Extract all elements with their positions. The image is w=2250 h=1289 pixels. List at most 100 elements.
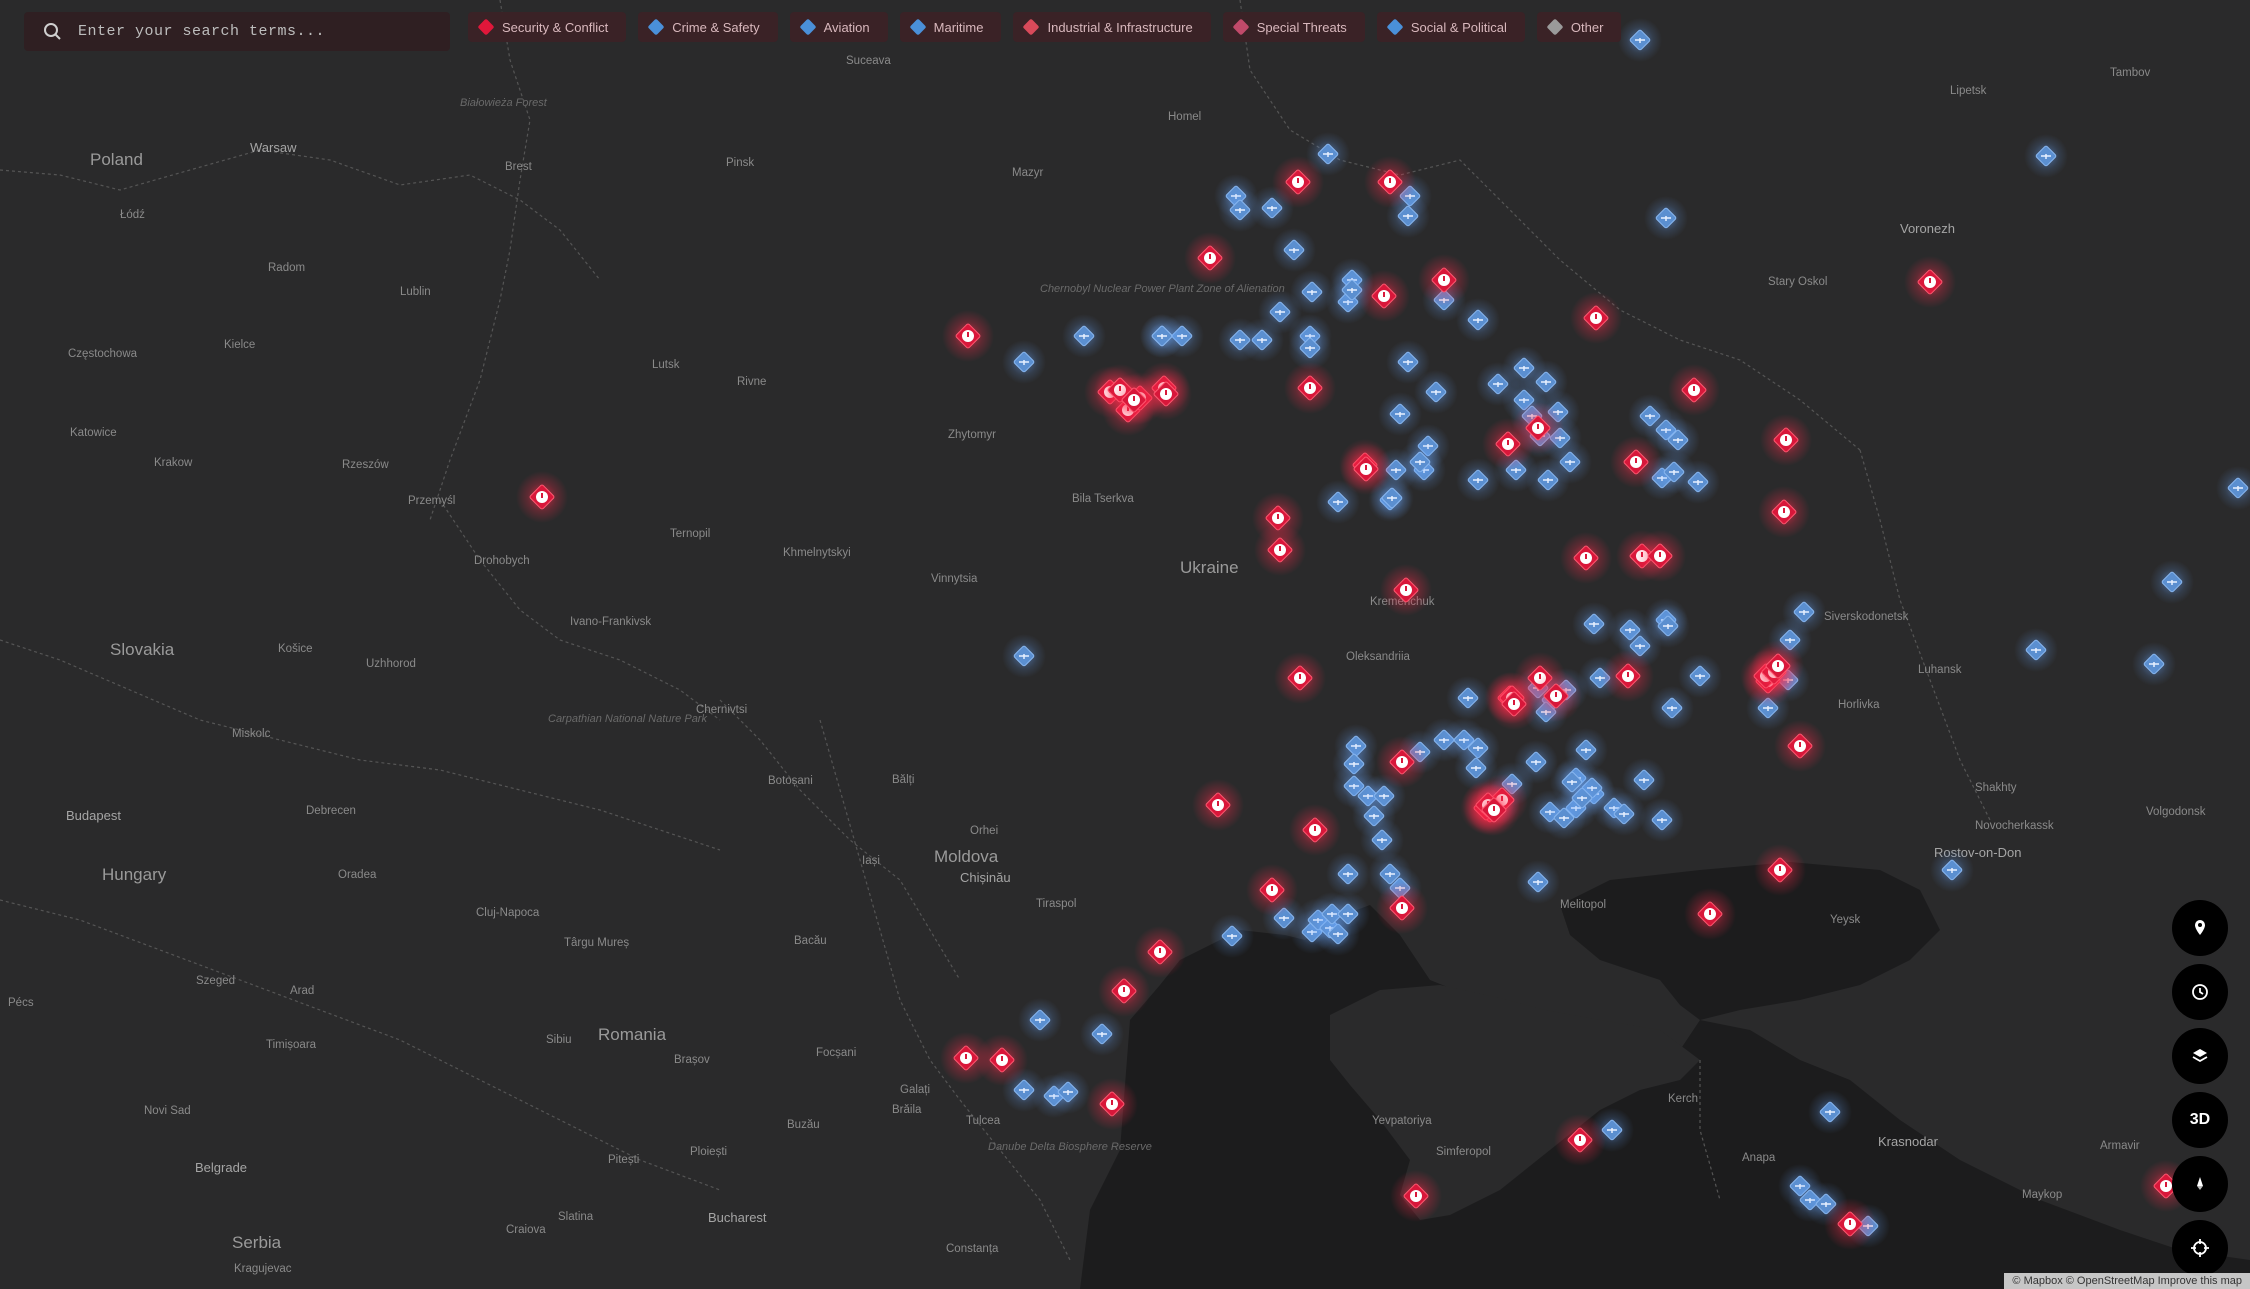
- security-incident-marker[interactable]: [1358, 270, 1410, 322]
- place-label-city: Botoșani: [768, 775, 813, 787]
- incident-marker-blue[interactable]: [2024, 134, 2068, 178]
- crosshair-locate-button[interactable]: [2172, 1220, 2228, 1276]
- security-incident-marker[interactable]: [1364, 156, 1416, 208]
- incident-marker-blue[interactable]: [1046, 1070, 1090, 1114]
- place-label-country: Romania: [598, 1025, 667, 1044]
- incident-marker-blue[interactable]: [1572, 602, 1616, 646]
- north-compass-button[interactable]: [2172, 1156, 2228, 1212]
- security-incident-marker[interactable]: [1684, 888, 1736, 940]
- security-incident-marker[interactable]: [1904, 256, 1956, 308]
- filter-chip-industrial-infrastructure[interactable]: Industrial & Infrastructure: [1013, 12, 1211, 42]
- security-incident-marker[interactable]: [1390, 1170, 1442, 1222]
- 3d-toggle-button[interactable]: 3D: [2172, 1092, 2228, 1148]
- filter-chip-aviation[interactable]: Aviation: [789, 12, 888, 42]
- security-incident-marker[interactable]: [1754, 844, 1806, 896]
- security-incident-marker[interactable]: [1274, 652, 1326, 704]
- security-incident-marker[interactable]: [1272, 156, 1324, 208]
- search-input[interactable]: [76, 22, 450, 41]
- filter-chip-crime-safety[interactable]: Crime & Safety: [638, 12, 778, 42]
- security-incident-marker[interactable]: [1184, 232, 1236, 284]
- incident-marker-blue[interactable]: [1140, 314, 1184, 358]
- incident-marker-blue[interactable]: [1618, 18, 1662, 62]
- map-canvas[interactable]: Poland Ukraine Hungary Romania Moldova Slovak…: [0, 0, 2250, 1289]
- security-incident-marker[interactable]: [1774, 720, 1826, 772]
- security-incident-marker[interactable]: [1634, 530, 1686, 582]
- place-label-city: Bila Tserkva: [1072, 493, 1134, 505]
- security-incident-marker[interactable]: [942, 310, 994, 362]
- security-incident-marker[interactable]: [1086, 1078, 1138, 1130]
- incident-marker-blue[interactable]: [1650, 686, 1694, 730]
- security-incident-marker[interactable]: [1192, 779, 1244, 831]
- security-incident-marker[interactable]: [1098, 965, 1150, 1017]
- security-incident-marker[interactable]: [1752, 640, 1804, 692]
- filter-chip-security-conflict[interactable]: Security & Conflict: [468, 12, 627, 42]
- security-incident-marker[interactable]: [1289, 804, 1341, 856]
- security-incident-marker[interactable]: [1610, 436, 1662, 488]
- place-label-country: Serbia: [232, 1233, 282, 1252]
- incident-marker-blue[interactable]: [1516, 860, 1560, 904]
- incident-marker-blue[interactable]: [1526, 458, 1570, 502]
- security-incident-marker[interactable]: [1380, 564, 1432, 616]
- place-label-city: Bacău: [794, 935, 827, 947]
- incident-marker-blue[interactable]: [1644, 196, 1688, 240]
- incident-marker-blue[interactable]: [1456, 298, 1500, 342]
- security-incident-marker[interactable]: [1376, 736, 1428, 788]
- security-incident-marker[interactable]: [1246, 864, 1298, 916]
- security-incident-marker[interactable]: [940, 1032, 992, 1084]
- security-incident-marker[interactable]: [1488, 678, 1540, 730]
- incident-marker-blue[interactable]: [1398, 440, 1442, 484]
- incident-marker-blue[interactable]: [1258, 290, 1302, 334]
- security-incident-marker[interactable]: [1602, 650, 1654, 702]
- incident-marker-blue[interactable]: [2014, 628, 2058, 672]
- security-incident-marker[interactable]: [1554, 1114, 1606, 1166]
- incident-marker-blue[interactable]: [1218, 318, 1262, 362]
- security-incident-marker[interactable]: [1376, 882, 1428, 934]
- security-incident-marker[interactable]: [1668, 364, 1720, 416]
- security-incident-marker[interactable]: [1482, 418, 1534, 470]
- incident-marker-blue[interactable]: [1326, 892, 1370, 936]
- security-incident-marker[interactable]: [1134, 926, 1186, 978]
- security-incident-marker[interactable]: [1760, 414, 1812, 466]
- place-label-city: Yeysk: [1830, 914, 1861, 926]
- incident-marker-blue[interactable]: [1930, 848, 1974, 892]
- search-icon[interactable]: [38, 17, 68, 47]
- exclamation-bar: [1401, 758, 1403, 763]
- security-incident-marker[interactable]: [1284, 362, 1336, 414]
- security-incident-marker[interactable]: [516, 471, 568, 523]
- incident-marker-blue[interactable]: [1002, 340, 1046, 384]
- incident-marker-blue[interactable]: [1782, 590, 1826, 634]
- security-incident-marker[interactable]: [1570, 292, 1622, 344]
- filter-chip-other[interactable]: Other: [1536, 12, 1622, 42]
- incident-marker-blue[interactable]: [1640, 798, 1684, 842]
- incident-marker-blue[interactable]: [1446, 676, 1490, 720]
- incident-marker-blue[interactable]: [2150, 560, 2194, 604]
- security-incident-marker[interactable]: [1758, 486, 1810, 538]
- map-attribution[interactable]: © Mapbox © OpenStreetMap Improve this ma…: [2004, 1273, 2250, 1289]
- security-incident-marker[interactable]: [1418, 254, 1470, 306]
- place-label-city: Ternopil: [670, 528, 710, 540]
- incident-marker-blue[interactable]: [1018, 998, 1062, 1042]
- filter-chip-special-threats[interactable]: Special Threats: [1222, 12, 1365, 42]
- place-label-city: Shakhty: [1975, 782, 2017, 794]
- incident-marker-blue[interactable]: [1272, 228, 1316, 272]
- clock-button[interactable]: [2172, 964, 2228, 1020]
- incident-marker-blue[interactable]: [1808, 1090, 1852, 1134]
- security-incident-marker[interactable]: [1140, 368, 1192, 420]
- security-incident-marker[interactable]: [1824, 1198, 1876, 1250]
- exclamation-bar: [1383, 292, 1385, 297]
- security-incident-marker[interactable]: [1560, 532, 1612, 584]
- incident-marker-blue[interactable]: [1622, 758, 1666, 802]
- filter-chip-maritime[interactable]: Maritime: [899, 12, 1002, 42]
- incident-marker-blue[interactable]: [1080, 1012, 1124, 1056]
- incident-marker-blue[interactable]: [1002, 634, 1046, 678]
- incident-marker-blue[interactable]: [1326, 852, 1370, 896]
- security-incident-marker[interactable]: [1468, 784, 1520, 836]
- layers-button[interactable]: [2172, 1028, 2228, 1084]
- security-incident-marker[interactable]: [1254, 524, 1306, 576]
- incident-marker-blue[interactable]: [2132, 642, 2176, 686]
- incident-marker-blue[interactable]: [1210, 914, 1254, 958]
- filter-chip-social-political[interactable]: Social & Political: [1376, 12, 1525, 42]
- incident-marker-blue[interactable]: [1062, 314, 1106, 358]
- location-pin-button[interactable]: [2172, 900, 2228, 956]
- security-incident-marker[interactable]: [1340, 443, 1392, 495]
